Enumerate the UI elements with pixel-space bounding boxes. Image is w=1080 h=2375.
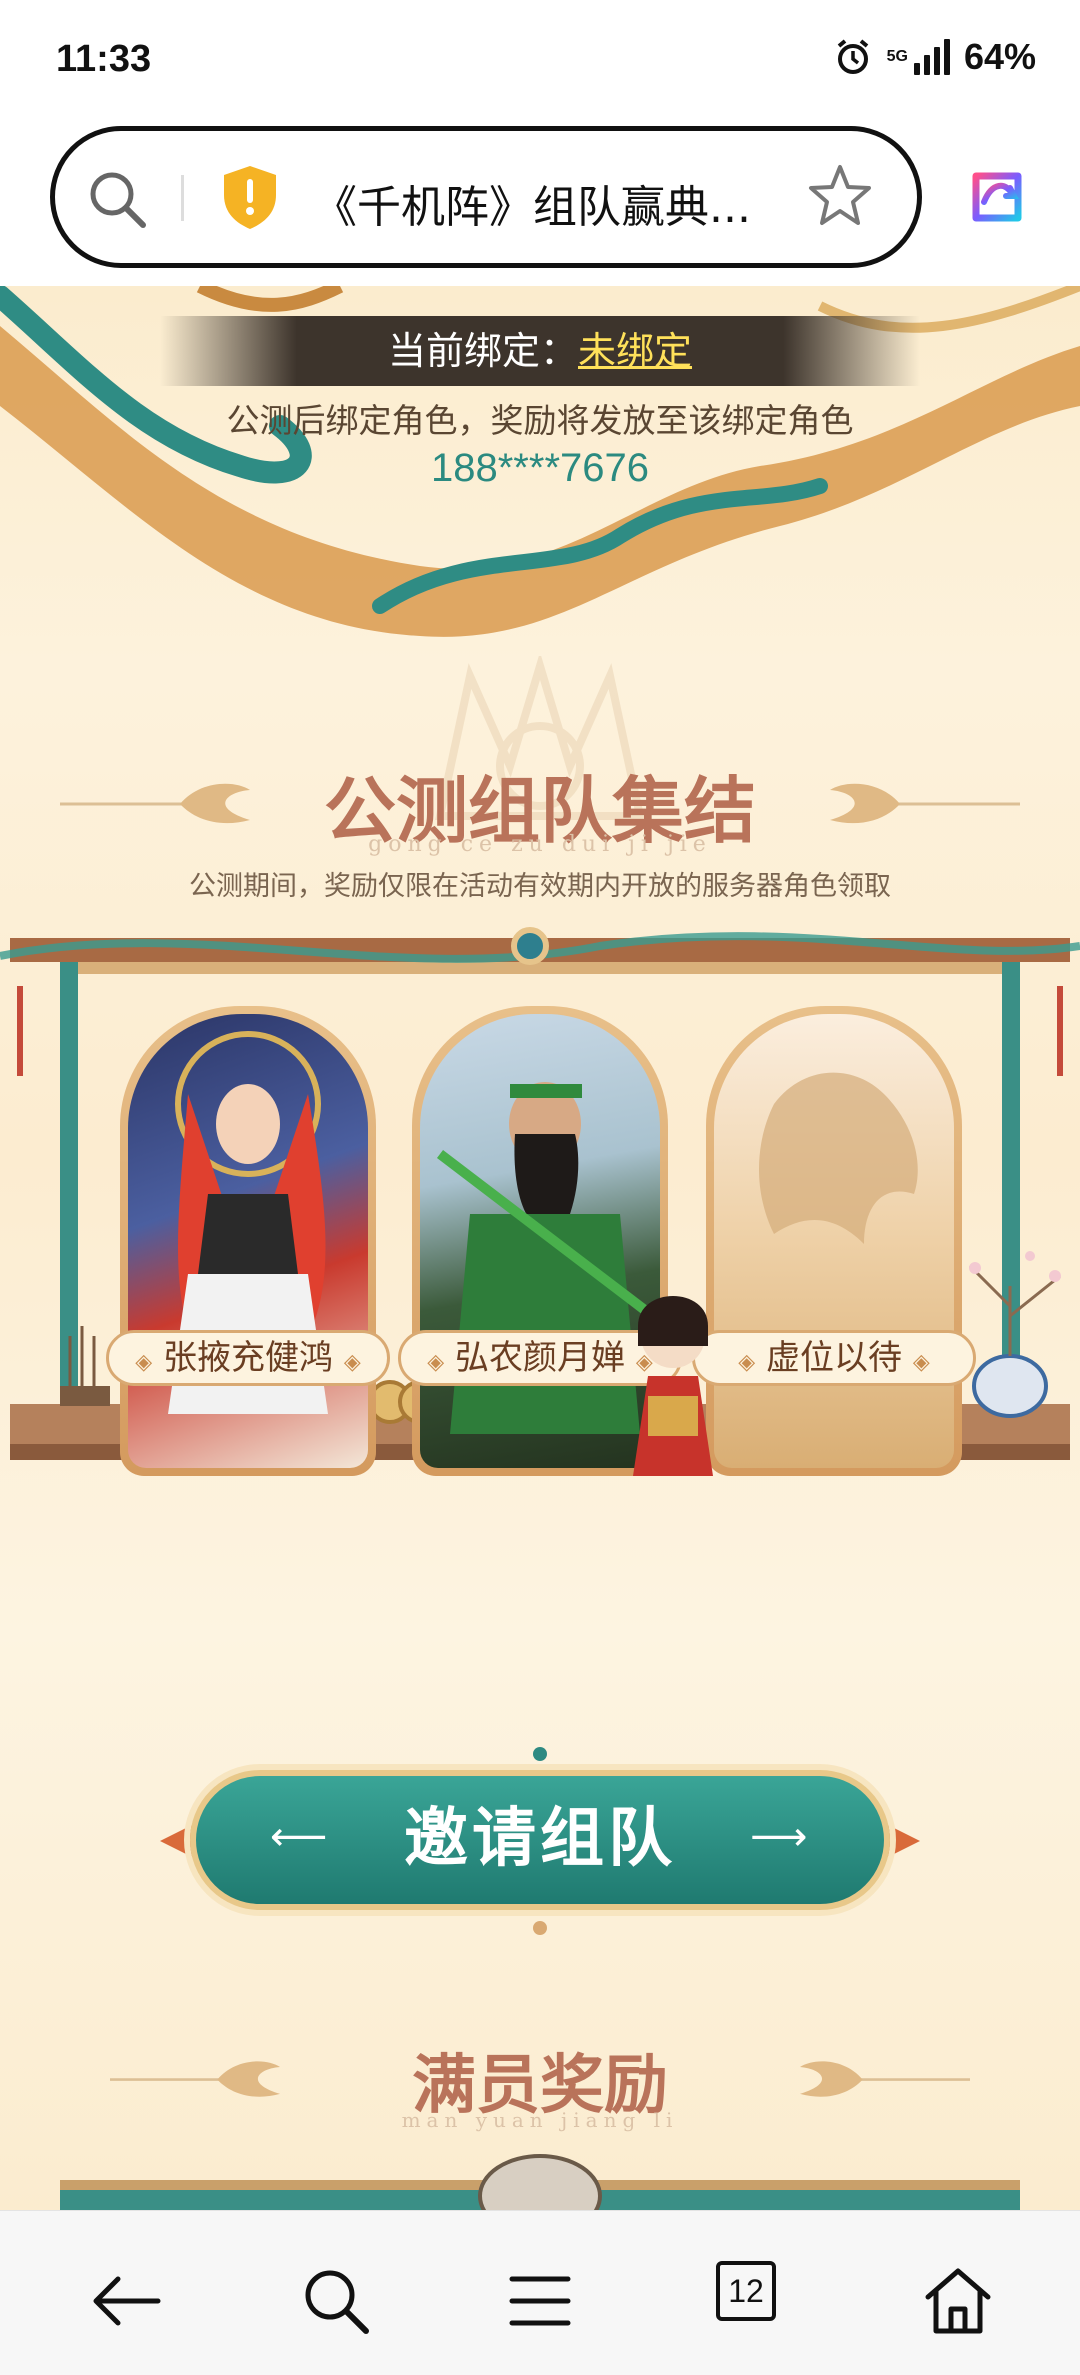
card-name-label-1: ◈ 张掖充健鸿 ◈ (106, 1330, 390, 1386)
team-member-card-1[interactable]: ◈ 张掖充健鸿 ◈ (106, 946, 390, 1476)
bind-label: 当前绑定： (387, 329, 578, 373)
tabs-button[interactable]: 12 (716, 2261, 796, 2341)
address-bar[interactable]: 《千机阵》组队赢典... (50, 126, 922, 268)
diamond-ornament-icon: ◈ (738, 1350, 756, 1375)
section-pinyin-reward: man yuan jiang li (401, 2108, 679, 2132)
back-arrow-icon[interactable] (86, 2261, 166, 2341)
bind-note: 公测后绑定角色，奖励将发放至该绑定角色 (226, 401, 854, 440)
search-icon[interactable] (296, 2261, 376, 2341)
status-icons: 5G 64% (833, 36, 1036, 78)
diamond-ornament-icon: ◈ (343, 1350, 361, 1375)
network-type: 5G (886, 48, 908, 65)
alarm-icon (837, 39, 868, 74)
character-portrait-1 (128, 1014, 368, 1468)
team-frame: ◈ 张掖充健鸿 ◈ ◈ 弘农颜月婵 ◈ ◈ 虚位以待 ◈ (0, 926, 1080, 1486)
status-bar: 11:33 5G 64% (0, 0, 1080, 120)
reward-frame-top (60, 2154, 1020, 2210)
signal-icon (913, 39, 950, 75)
card-frame (120, 1006, 376, 1476)
menu-icon[interactable] (500, 2261, 580, 2341)
team-member-card-3[interactable]: ◈ 虚位以待 ◈ (692, 946, 976, 1476)
tabs-count: 12 (716, 2261, 776, 2321)
member-name-1: 张掖充健鸿 (163, 1338, 333, 1378)
chibi-mascot (633, 1296, 713, 1476)
page-title-url[interactable]: 《千机阵》组队赢典... (313, 171, 833, 235)
member-name-2: 弘农颜月婵 (455, 1338, 625, 1378)
invite-arrow-left-icon: ⟵ (270, 1814, 328, 1860)
security-shield-icon[interactable] (220, 163, 280, 231)
bind-status-link[interactable]: 未绑定 (578, 329, 692, 373)
card-frame (706, 1006, 962, 1476)
bookmark-star-icon[interactable] (805, 161, 875, 231)
extension-icon[interactable] (962, 162, 1032, 232)
bind-status-bar: 当前绑定：未绑定 (160, 316, 920, 386)
section-pinyin-team: gong ce zu dui ji jie (368, 832, 712, 857)
invite-arrow-right-icon: ⟶ (750, 1814, 808, 1860)
diamond-ornament-icon: ◈ (135, 1350, 153, 1375)
empty-slot-portrait (714, 1014, 954, 1468)
member-name-3: 虚位以待 (766, 1338, 902, 1378)
browser-bottom-nav: 12 (0, 2210, 1080, 2375)
section-subtitle: 公测期间，奖励仅限在活动有效期内开放的服务器角色领取 (189, 871, 891, 902)
diamond-ornament-icon: ◈ (427, 1350, 445, 1375)
silhouette-placeholder (759, 1072, 918, 1244)
search-icon[interactable] (85, 167, 151, 233)
diamond-ornament-icon: ◈ (912, 1350, 930, 1375)
card-name-label-3: ◈ 虚位以待 ◈ (692, 1330, 976, 1386)
bound-phone: 188****7676 (431, 446, 649, 490)
address-divider (181, 175, 184, 221)
page-content: 当前绑定：未绑定 公测后绑定角色，奖励将发放至该绑定角色 188****7676… (0, 286, 1080, 2210)
battery-level: 64% (963, 36, 1036, 77)
status-time: 11:33 (56, 38, 152, 80)
home-icon[interactable] (918, 2261, 998, 2341)
character-art-1 (168, 1031, 328, 1414)
